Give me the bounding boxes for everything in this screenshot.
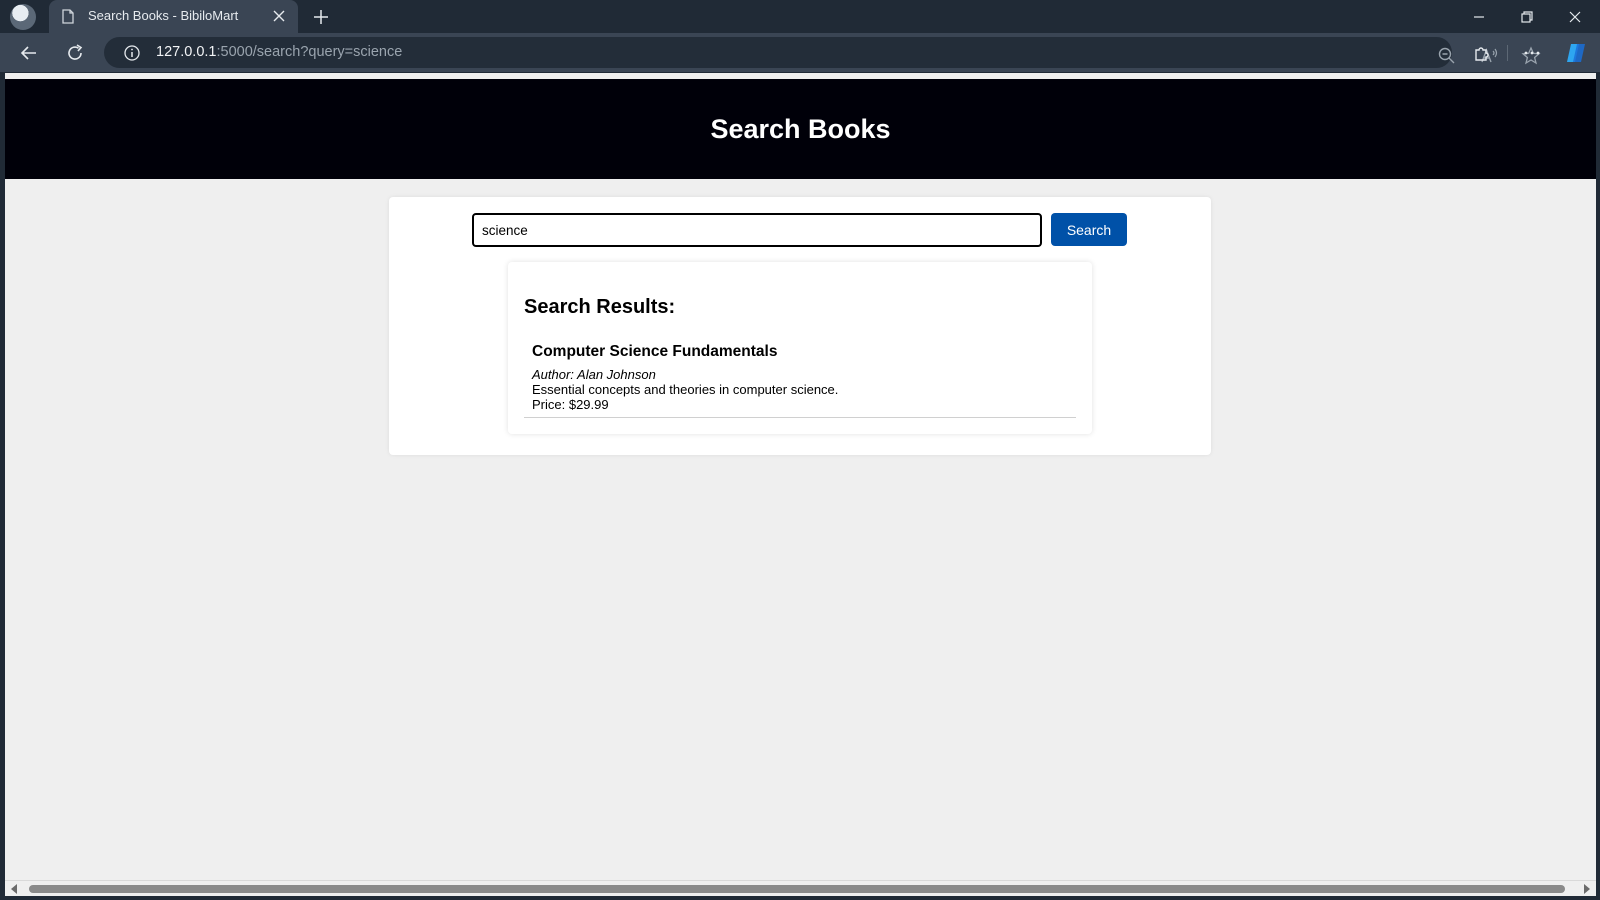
more-options-icon[interactable] xyxy=(1521,42,1543,64)
toolbar-divider xyxy=(1507,45,1508,61)
scroll-right-arrow-icon[interactable] xyxy=(1584,884,1590,894)
tab-title: Search Books - BibiloMart xyxy=(88,8,239,23)
window-frame-bottom xyxy=(0,896,1600,900)
profile-avatar-icon[interactable] xyxy=(10,4,36,30)
new-tab-icon[interactable] xyxy=(312,8,330,26)
site-info-icon[interactable] xyxy=(123,44,141,62)
horizontal-scrollbar[interactable] xyxy=(5,880,1596,896)
page-title: Search Books xyxy=(710,113,891,144)
search-results-panel: Search Results: Computer Science Fundame… xyxy=(508,262,1092,434)
browser-tab-bar: Search Books - BibiloMart xyxy=(0,0,1600,33)
scroll-left-arrow-icon[interactable] xyxy=(11,884,17,894)
book-description: Essential concepts and theories in compu… xyxy=(532,382,839,397)
close-tab-icon[interactable] xyxy=(271,8,287,24)
close-window-icon[interactable] xyxy=(1564,6,1586,28)
book-price: Price: $29.99 xyxy=(532,397,609,412)
results-heading: Search Results: xyxy=(524,296,676,318)
search-card: Search Search Results: Computer Science … xyxy=(389,197,1211,455)
zoom-out-icon[interactable] xyxy=(1436,45,1458,67)
extensions-icon[interactable] xyxy=(1471,42,1493,64)
browser-tab[interactable]: Search Books - BibiloMart xyxy=(49,0,298,33)
minimize-icon[interactable] xyxy=(1468,6,1490,28)
back-arrow-icon[interactable] xyxy=(18,42,40,64)
url-host: 127.0.0.1 xyxy=(156,44,217,60)
window-frame-right xyxy=(1596,73,1600,900)
restore-icon[interactable] xyxy=(1516,6,1538,28)
scrollbar-thumb[interactable] xyxy=(29,885,1565,893)
book-author: Author: Alan Johnson xyxy=(532,367,656,382)
book-result-item: Computer Science Fundamentals Author: Al… xyxy=(524,340,1076,418)
url-text[interactable]: 127.0.0.1:5000/search?query=science xyxy=(156,44,402,60)
address-bar[interactable]: 127.0.0.1:5000/search?query=science xyxy=(104,37,1541,68)
copilot-icon[interactable] xyxy=(1565,41,1589,65)
page-viewport: Search Books Search Search Results: Comp… xyxy=(5,73,1596,880)
search-input[interactable] xyxy=(472,213,1042,247)
book-title: Computer Science Fundamentals xyxy=(532,343,778,360)
reload-icon[interactable] xyxy=(64,42,86,64)
page-header: Search Books xyxy=(5,79,1596,179)
document-icon xyxy=(62,9,74,24)
url-path: :5000/search?query=science xyxy=(216,44,403,60)
search-button[interactable]: Search xyxy=(1051,213,1127,246)
browser-toolbar: 127.0.0.1:5000/search?query=science xyxy=(0,33,1600,72)
